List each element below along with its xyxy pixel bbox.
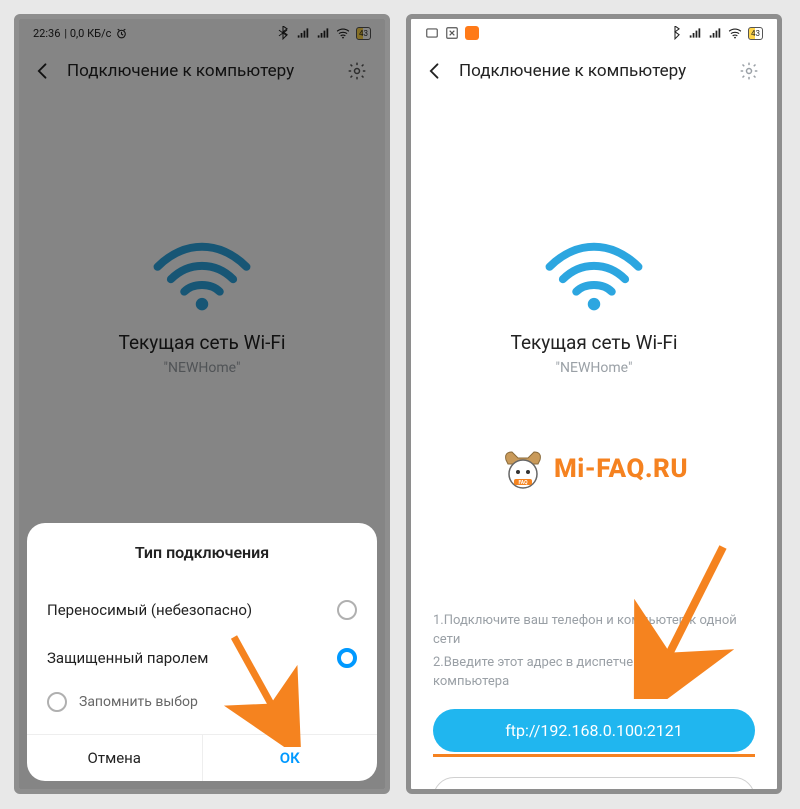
- settings-button[interactable]: [735, 57, 763, 85]
- instruction-2: 2.Введите этот адрес в диспетчере файлов…: [433, 654, 755, 692]
- option-secured[interactable]: Защищенный паролем: [27, 634, 377, 682]
- phone-left: 22:36 | 0,0 КБ/с 43 Подключение к компью…: [14, 14, 390, 794]
- brand-text: Mi-FAQ.RU: [554, 454, 688, 484]
- wifi-info: Текущая сеть Wi-Fi "NEWHome": [19, 233, 385, 376]
- gear-icon: [347, 61, 367, 81]
- brand-watermark: FAQ Mi-FAQ.RU: [411, 446, 777, 492]
- instruction-1: 1.Подключите ваш телефон и компьютер к о…: [433, 612, 755, 650]
- settings-button[interactable]: [343, 57, 371, 85]
- wifi-title: Текущая сеть Wi-Fi: [411, 331, 777, 354]
- back-icon[interactable]: [425, 61, 445, 81]
- wifi-status-icon: [728, 26, 742, 40]
- stop-label: Остановить: [561, 789, 644, 794]
- status-bar: 22:36 | 0,0 КБ/с 43: [19, 19, 385, 47]
- remember-choice-row[interactable]: Запомнить выбор: [27, 682, 377, 734]
- wifi-network-name: "NEWHome": [19, 360, 385, 376]
- cancel-button[interactable]: Отмена: [27, 735, 203, 781]
- back-icon[interactable]: [33, 61, 53, 81]
- radio-unchecked-icon: [337, 600, 357, 620]
- instructions: 1.Подключите ваш телефон и компьютер к о…: [433, 612, 755, 691]
- wifi-network-name: "NEWHome": [411, 360, 777, 376]
- notif-icon-2: [445, 26, 459, 40]
- status-net: | 0,0 КБ/с: [64, 27, 111, 40]
- highlight-underline: [433, 754, 755, 757]
- option-secured-label: Защищенный паролем: [47, 649, 208, 667]
- app-header: Подключение к компьютеру: [411, 47, 777, 103]
- wifi-info: Текущая сеть Wi-Fi "NEWHome": [411, 233, 777, 376]
- status-time: 22:36: [33, 27, 60, 40]
- alarm-icon: [115, 27, 128, 40]
- app-header: Подключение к компьютеру: [19, 47, 385, 103]
- ok-button[interactable]: ОК: [203, 735, 378, 781]
- mi-notif-icon: [465, 26, 479, 40]
- stop-icon: [543, 793, 553, 794]
- wifi-title: Текущая сеть Wi-Fi: [19, 331, 385, 354]
- status-bar: 43: [411, 19, 777, 47]
- signal-icon: [296, 26, 310, 40]
- wifi-icon: [411, 233, 777, 317]
- wifi-icon: [19, 233, 385, 317]
- battery-icon: 43: [356, 27, 371, 40]
- radio-unchecked-icon: [47, 692, 67, 712]
- bluetooth-icon: [276, 26, 290, 40]
- wifi-status-icon: [336, 26, 350, 40]
- ftp-address[interactable]: ftp://192.168.0.100:2121: [433, 709, 755, 752]
- option-portable[interactable]: Переносимый (небезопасно): [27, 586, 377, 634]
- mascot-icon: FAQ: [500, 446, 546, 492]
- page-title: Подключение к компьютеру: [67, 61, 329, 81]
- sheet-title: Тип подключения: [27, 543, 377, 562]
- notif-icon: [425, 26, 439, 40]
- battery-icon: 43: [748, 27, 763, 40]
- page-title: Подключение к компьютеру: [459, 61, 721, 81]
- signal-icon-2: [708, 26, 722, 40]
- connection-type-sheet: Тип подключения Переносимый (небезопасно…: [27, 523, 377, 781]
- stop-button[interactable]: Остановить: [433, 777, 755, 794]
- remember-label: Запомнить выбор: [79, 694, 198, 710]
- radio-checked-icon: [337, 648, 357, 668]
- option-portable-label: Переносимый (небезопасно): [47, 601, 252, 619]
- svg-text:FAQ: FAQ: [518, 480, 528, 486]
- bluetooth-icon: [668, 26, 682, 40]
- signal-icon: [688, 26, 702, 40]
- sheet-actions: Отмена ОК: [27, 734, 377, 781]
- gear-icon: [739, 61, 759, 81]
- phone-right: 43 Подключение к компьютеру Текущая сеть…: [406, 14, 782, 794]
- signal-icon-2: [316, 26, 330, 40]
